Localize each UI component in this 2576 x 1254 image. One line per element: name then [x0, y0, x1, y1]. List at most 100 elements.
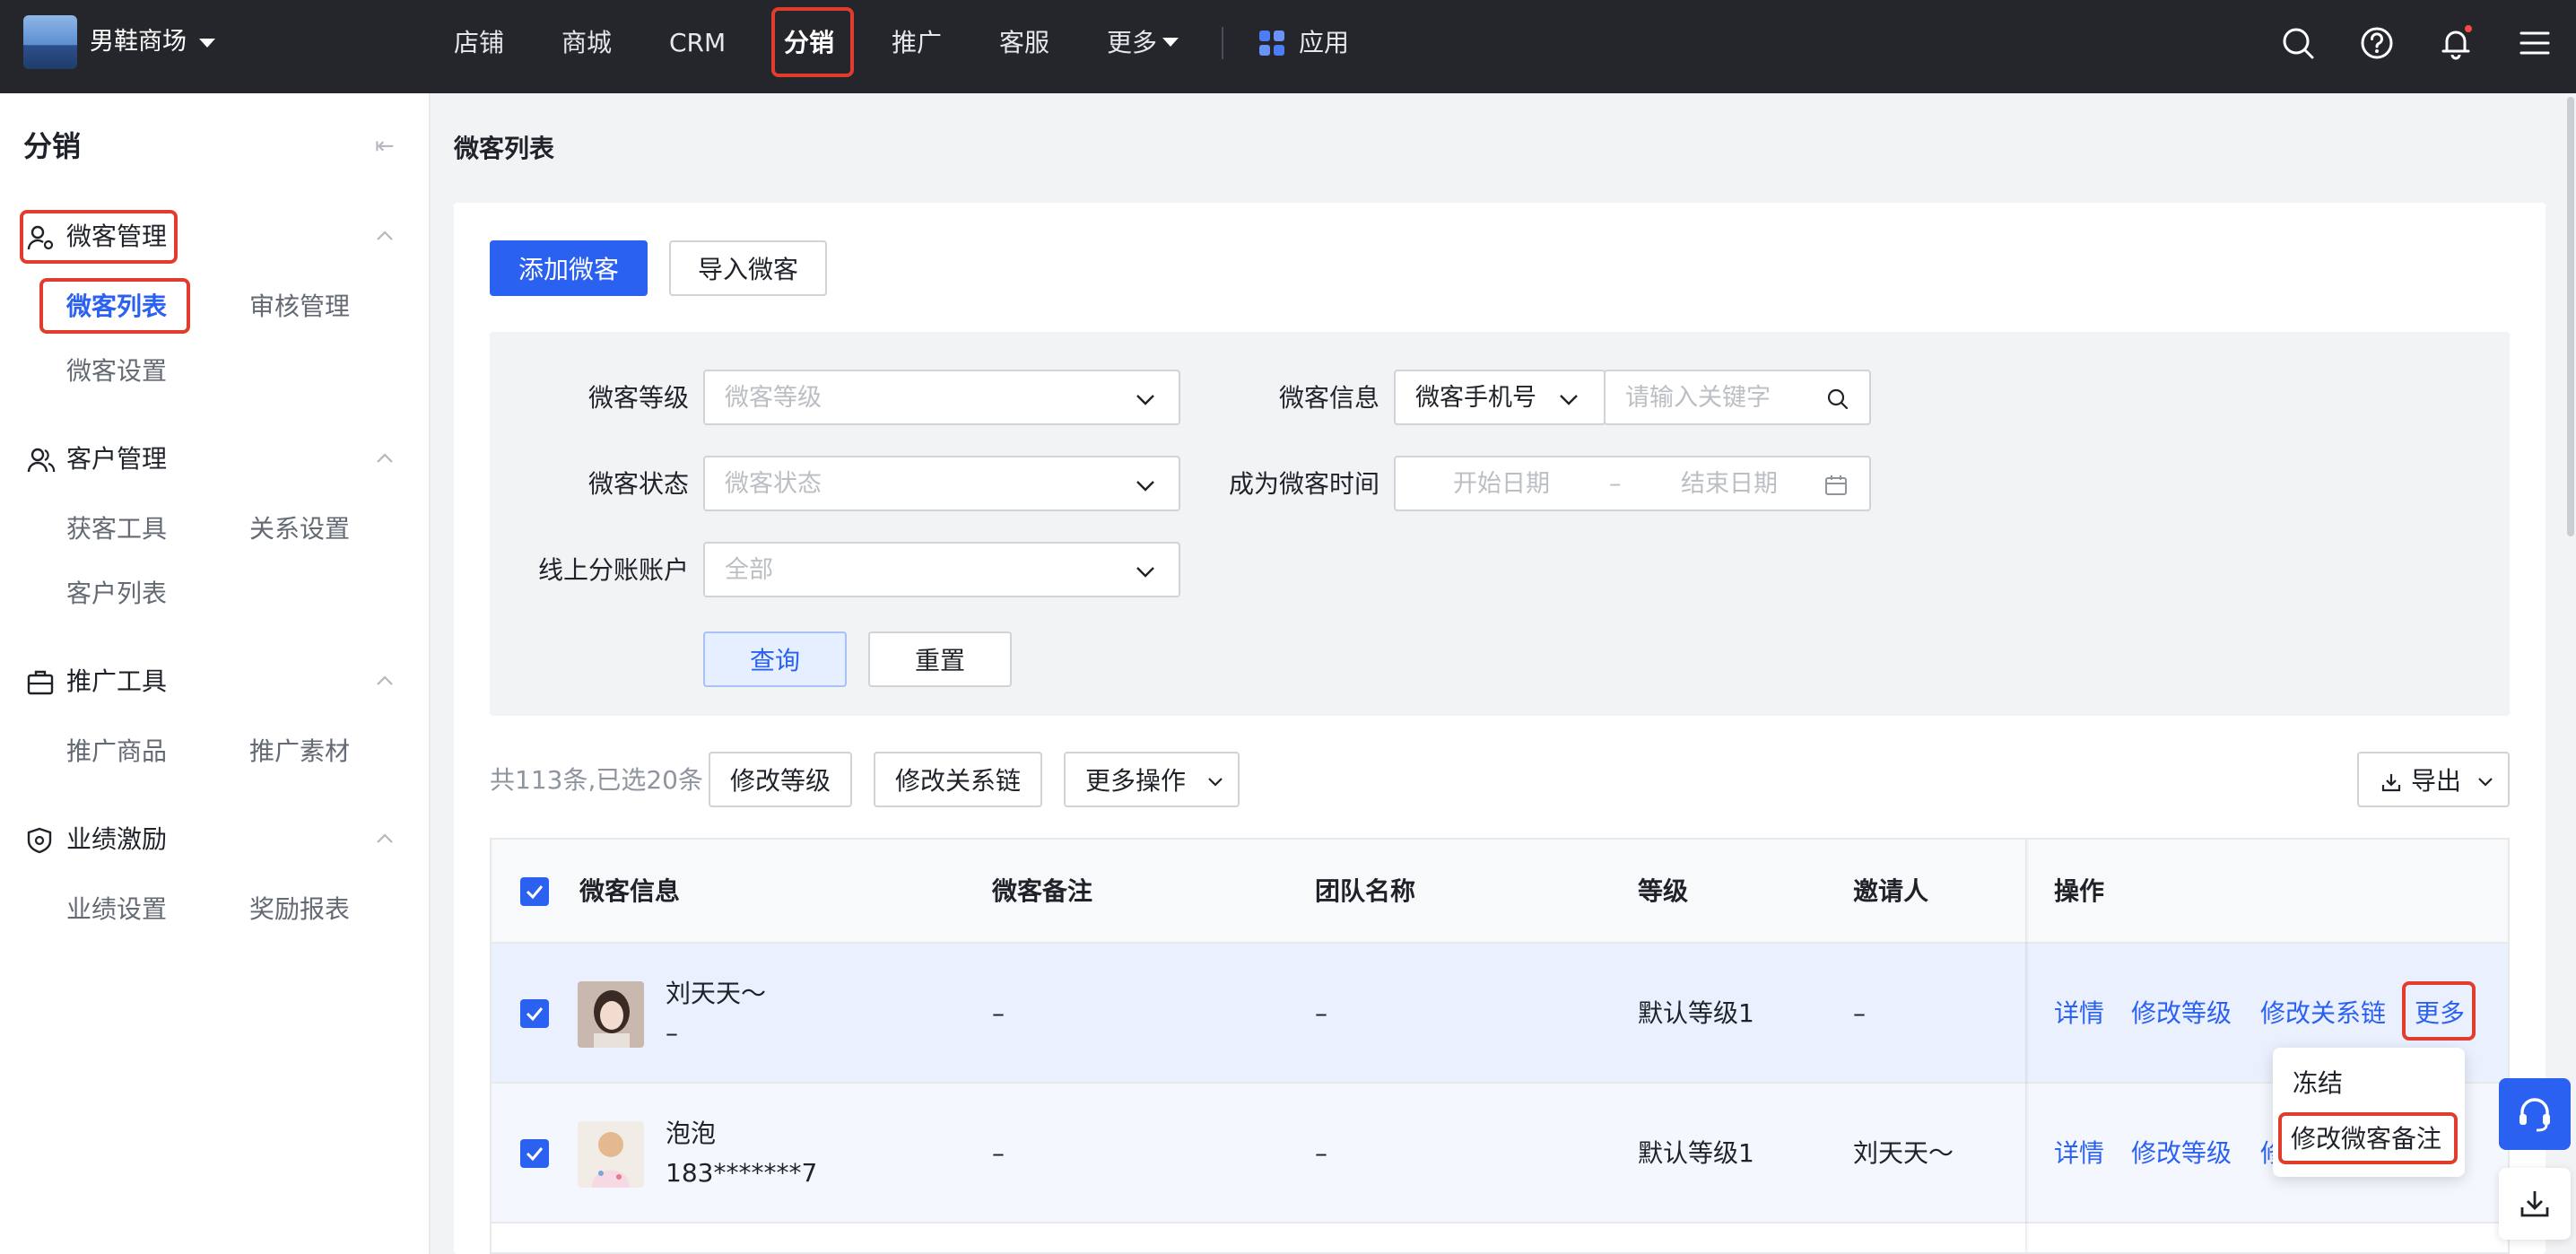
download-button[interactable]	[2499, 1168, 2571, 1240]
sidebar-item-relation-settings[interactable]: 关系设置	[249, 511, 350, 547]
calendar-icon	[1825, 475, 1847, 495]
more-actions-link[interactable]: 更多	[2415, 996, 2465, 1032]
info-type-select[interactable]: 微客手机号	[1394, 370, 1606, 425]
inviter: –	[1853, 998, 1866, 1028]
modify-relation-chain-button[interactable]: 修改关系链	[874, 752, 1042, 807]
end-date-placeholder[interactable]: 结束日期	[1681, 466, 1778, 502]
sidebar-group-customer-management[interactable]: 客户管理	[27, 441, 386, 477]
headset-icon	[2519, 1098, 2550, 1132]
column-header-actions: 操作	[2054, 876, 2105, 906]
shop-switch-caret-icon[interactable]	[199, 39, 215, 48]
export-button[interactable]: 导出	[2357, 752, 2510, 807]
account-filter-select[interactable]: 全部	[703, 542, 1180, 597]
nav-distribution[interactable]: 分销	[784, 25, 834, 61]
apps-grid-icon[interactable]	[1259, 30, 1286, 57]
modify-level-button[interactable]: 修改等级	[709, 752, 852, 807]
sidebar-group-promotion-tools[interactable]: 推广工具	[27, 664, 386, 700]
sidebar-item-weike-list[interactable]: 微客列表	[66, 289, 167, 325]
chevron-up-icon[interactable]	[375, 829, 395, 849]
select-all-checkbox[interactable]	[520, 877, 549, 906]
sidebar-group-weike-management[interactable]: 微客管理	[27, 219, 386, 255]
nav-more-caret-icon[interactable]	[1162, 38, 1179, 47]
search-icon[interactable]	[1826, 388, 1849, 411]
shop-logo[interactable]	[23, 15, 77, 69]
modify-relation-chain-link[interactable]: 修改关系链	[2260, 996, 2386, 1032]
row-checkbox[interactable]	[520, 1139, 549, 1168]
chevron-up-icon[interactable]	[375, 671, 395, 691]
level-filter-placeholder: 微客等级	[725, 384, 822, 412]
page-title: 微客列表	[454, 134, 555, 163]
account-filter-label: 线上分账账户	[537, 555, 689, 585]
download-icon	[2520, 1191, 2549, 1217]
status-filter-placeholder: 微客状态	[725, 470, 822, 498]
modify-level-link[interactable]: 修改等级	[2131, 1136, 2232, 1171]
status-filter-select[interactable]: 微客状态	[703, 456, 1180, 511]
nav-mall[interactable]: 商城	[561, 25, 612, 61]
chevron-down-icon	[1136, 481, 1154, 492]
nav-promotion[interactable]: 推广	[892, 25, 942, 61]
reset-button[interactable]: 重置	[868, 631, 1012, 687]
fixed-column-shadow	[2025, 840, 2029, 1252]
row-checkbox[interactable]	[520, 999, 549, 1028]
nav-divider	[1222, 27, 1223, 59]
avatar	[578, 1121, 644, 1188]
team-name: –	[1315, 998, 1327, 1028]
edit-weike-note-menu-item[interactable]: 修改微客备注	[2291, 1121, 2441, 1157]
column-header-level: 等级	[1638, 876, 1689, 906]
level-filter-select[interactable]: 微客等级	[703, 370, 1180, 425]
level-filter-label: 微客等级	[587, 383, 689, 413]
freeze-menu-item[interactable]: 冻结	[2293, 1066, 2343, 1102]
nav-store[interactable]: 店铺	[454, 25, 504, 61]
add-weike-button[interactable]: 添加微客	[490, 240, 648, 296]
search-icon[interactable]	[2280, 25, 2316, 61]
avatar	[578, 981, 644, 1048]
sidebar-item-promoted-products[interactable]: 推广商品	[66, 734, 167, 770]
menu-icon[interactable]	[2517, 25, 2553, 61]
sidebar-item-weike-settings[interactable]: 微客设置	[66, 353, 167, 389]
nav-apps[interactable]: 应用	[1299, 25, 1349, 61]
sidebar-group-performance-incentives[interactable]: 业绩激励	[27, 822, 386, 858]
info-type-value: 微客手机号	[1415, 384, 1536, 412]
sidebar-item-reward-report[interactable]: 奖励报表	[249, 892, 350, 927]
detail-link[interactable]: 详情	[2054, 996, 2104, 1032]
briefcase-icon	[27, 670, 54, 695]
chevron-up-icon[interactable]	[375, 448, 395, 468]
customer-service-button[interactable]	[2499, 1078, 2571, 1150]
sidebar: 分销 ⇤ 微客管理 微客列表 审核管理 微客设置 客户管理 获客工具 关系设置 …	[0, 93, 431, 1254]
column-header-inviter: 邀请人	[1853, 876, 1929, 906]
weike-table: 微客信息 微客备注 团队名称 等级 邀请人 操作 刘天天～ – – – 默认等级…	[490, 838, 2510, 1254]
shop-name[interactable]: 男鞋商场	[90, 25, 187, 59]
collapse-sidebar-icon[interactable]: ⇤	[375, 133, 395, 160]
chevron-up-icon[interactable]	[375, 226, 395, 246]
help-icon[interactable]	[2359, 25, 2395, 61]
column-header-team: 团队名称	[1315, 876, 1416, 906]
sidebar-group-label: 推广工具	[66, 666, 168, 696]
join-time-range-picker[interactable]: 开始日期 – 结束日期	[1394, 456, 1871, 511]
sidebar-item-performance-settings[interactable]: 业绩设置	[66, 892, 167, 927]
nav-more[interactable]: 更多	[1107, 25, 1157, 61]
detail-link[interactable]: 详情	[2054, 1136, 2104, 1171]
sidebar-group-label: 业绩激励	[66, 824, 168, 854]
chevron-down-icon	[1136, 567, 1154, 578]
keyword-search-input[interactable]: 请输入关键字	[1604, 370, 1871, 425]
selection-summary: 共113条,已选20条	[490, 765, 703, 795]
sidebar-item-customer-list[interactable]: 客户列表	[66, 576, 167, 612]
export-icon	[2381, 774, 2401, 792]
import-weike-button[interactable]: 导入微客	[669, 240, 827, 296]
table-row[interactable]: 泡泡 183*******7 – – 默认等级1 刘天天～ 详情 修改等级 修	[492, 1084, 2508, 1224]
query-button[interactable]: 查询	[703, 631, 847, 687]
page-scrollbar[interactable]	[2567, 97, 2574, 536]
sidebar-item-acquisition-tools[interactable]: 获客工具	[66, 511, 167, 547]
nav-service[interactable]: 客服	[999, 25, 1049, 61]
weike-name: 泡泡	[666, 1119, 717, 1148]
sidebar-item-promotion-materials[interactable]: 推广素材	[249, 734, 350, 770]
notification-bell-icon[interactable]	[2438, 25, 2474, 61]
join-time-filter-label: 成为微客时间	[1228, 469, 1379, 499]
sidebar-item-review-management[interactable]: 审核管理	[249, 289, 350, 325]
start-date-placeholder[interactable]: 开始日期	[1453, 466, 1550, 502]
chevron-down-icon	[1136, 395, 1154, 405]
more-operations-button[interactable]: 更多操作	[1064, 752, 1240, 807]
table-row[interactable]: 刘天天～ – – – 默认等级1 – 详情 修改等级 修改关系链 更多	[492, 944, 2508, 1084]
nav-crm[interactable]: CRM	[669, 25, 726, 61]
modify-level-link[interactable]: 修改等级	[2131, 996, 2232, 1032]
